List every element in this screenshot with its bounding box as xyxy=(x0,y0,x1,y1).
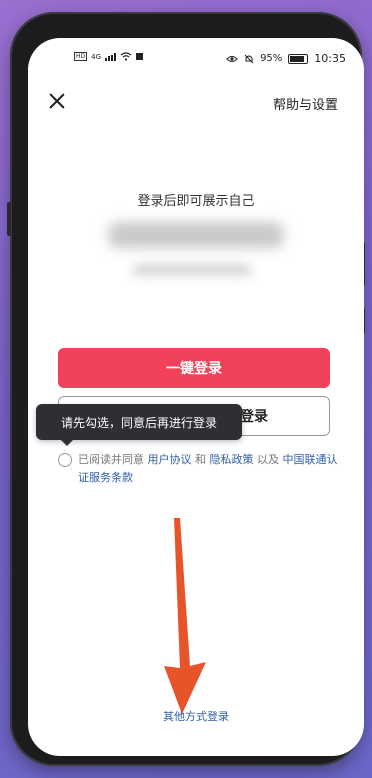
page-heading: 登录后即可展示自己 xyxy=(137,194,255,209)
agreement-checkbox[interactable] xyxy=(58,453,72,467)
help-settings-link[interactable]: 帮助与设置 xyxy=(273,94,338,113)
mute-bell-icon xyxy=(244,54,254,63)
user-agreement-link[interactable]: 用户协议 xyxy=(148,453,192,466)
hd-badge: HD xyxy=(74,52,88,61)
other-login-button-label: 登录 xyxy=(240,409,268,425)
blurred-carrier-text xyxy=(132,264,252,276)
one-tap-login-button[interactable]: 一键登录 xyxy=(58,348,330,388)
wifi-icon xyxy=(120,52,132,61)
agreement-and: 和 xyxy=(191,453,210,466)
battery-icon xyxy=(288,53,309,64)
arrow-annotation-icon xyxy=(164,518,206,714)
notification-icon xyxy=(136,53,144,60)
agreement-tooltip: 请先勾选，同意后再进行登录 xyxy=(36,404,242,446)
other-login-methods-link[interactable]: 其他方式登录 xyxy=(28,708,364,724)
status-bar: HD 4G 95% 10:35 xyxy=(28,38,364,74)
clock: 10:35 xyxy=(314,52,346,65)
battery-percent: 95% xyxy=(260,53,283,64)
eye-icon xyxy=(226,55,238,62)
volume-button xyxy=(7,202,11,236)
privacy-policy-link[interactable]: 隐私政策 xyxy=(210,453,254,466)
agreement-and-also: 以及 xyxy=(253,453,283,466)
blurred-phone-number xyxy=(108,222,284,248)
agreement-text: 已阅读并同意 用户协议 和 隐私政策 以及 中国联通认证服务条款 xyxy=(78,451,348,487)
close-icon[interactable] xyxy=(46,90,68,112)
signal-label: 4G xyxy=(91,52,102,61)
phone-frame: HD 4G 95% 10:35 帮助与设置 登录后即可展示自己 一键登录 登录 … xyxy=(7,12,365,766)
screen: HD 4G 95% 10:35 帮助与设置 登录后即可展示自己 一键登录 登录 … xyxy=(28,38,364,756)
signal-bars-icon xyxy=(105,52,117,61)
agreement-prefix: 已阅读并同意 xyxy=(78,453,148,466)
